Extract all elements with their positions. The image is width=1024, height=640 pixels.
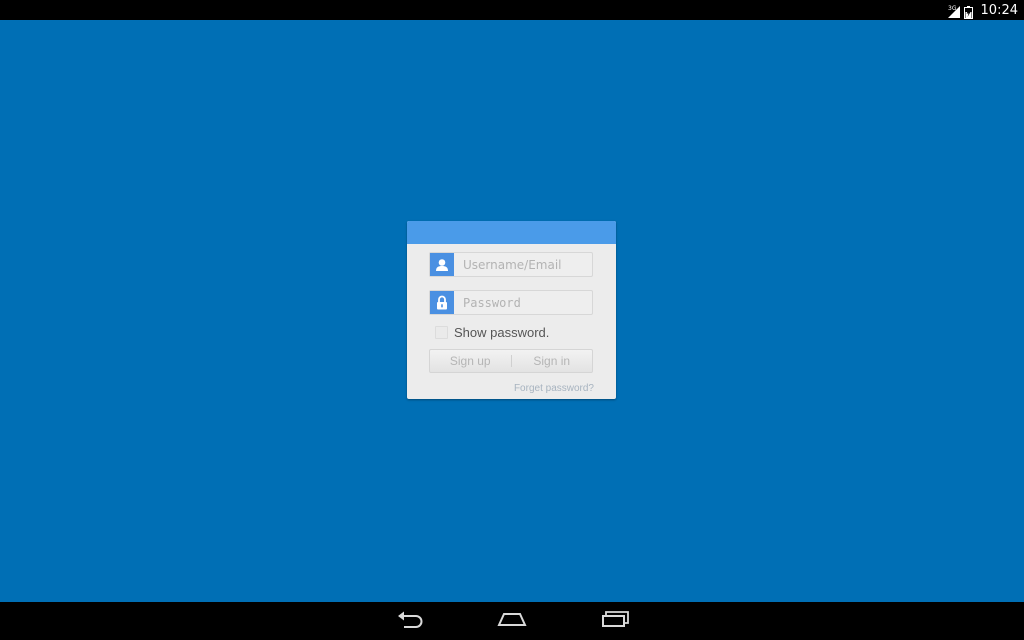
navigation-bar — [0, 602, 1024, 640]
network-type-label: 3G — [948, 5, 957, 12]
status-icons: 3G 10:24 — [947, 0, 1018, 20]
home-icon — [496, 611, 528, 631]
app-background: Show password. Sign up Sign in Forget pa… — [0, 20, 1024, 602]
show-password-checkbox[interactable] — [435, 325, 448, 339]
recent-apps-button[interactable] — [598, 610, 632, 632]
home-button[interactable] — [495, 610, 529, 632]
sign-in-button[interactable]: Sign in — [512, 350, 593, 372]
login-dialog: Show password. Sign up Sign in Forget pa… — [407, 221, 616, 399]
status-bar: 3G 10:24 — [0, 0, 1024, 20]
forget-password-link[interactable]: Forget password? — [514, 383, 594, 394]
password-input[interactable] — [456, 291, 590, 314]
show-password-label[interactable]: Show password. — [454, 325, 549, 340]
battery-icon — [963, 4, 973, 19]
show-password-row[interactable]: Show password. — [435, 324, 549, 340]
username-input[interactable] — [456, 253, 590, 276]
recent-apps-icon — [600, 610, 630, 632]
auth-button-group: Sign up Sign in — [429, 349, 593, 373]
username-field — [429, 252, 593, 277]
dialog-header — [407, 221, 616, 244]
signal-icon: 3G — [947, 3, 960, 18]
user-icon — [430, 253, 454, 276]
lock-icon — [430, 291, 454, 314]
back-button[interactable] — [393, 610, 427, 632]
back-icon — [395, 610, 425, 632]
sign-up-button[interactable]: Sign up — [430, 350, 511, 372]
password-field — [429, 290, 593, 315]
clock: 10:24 — [980, 2, 1018, 18]
